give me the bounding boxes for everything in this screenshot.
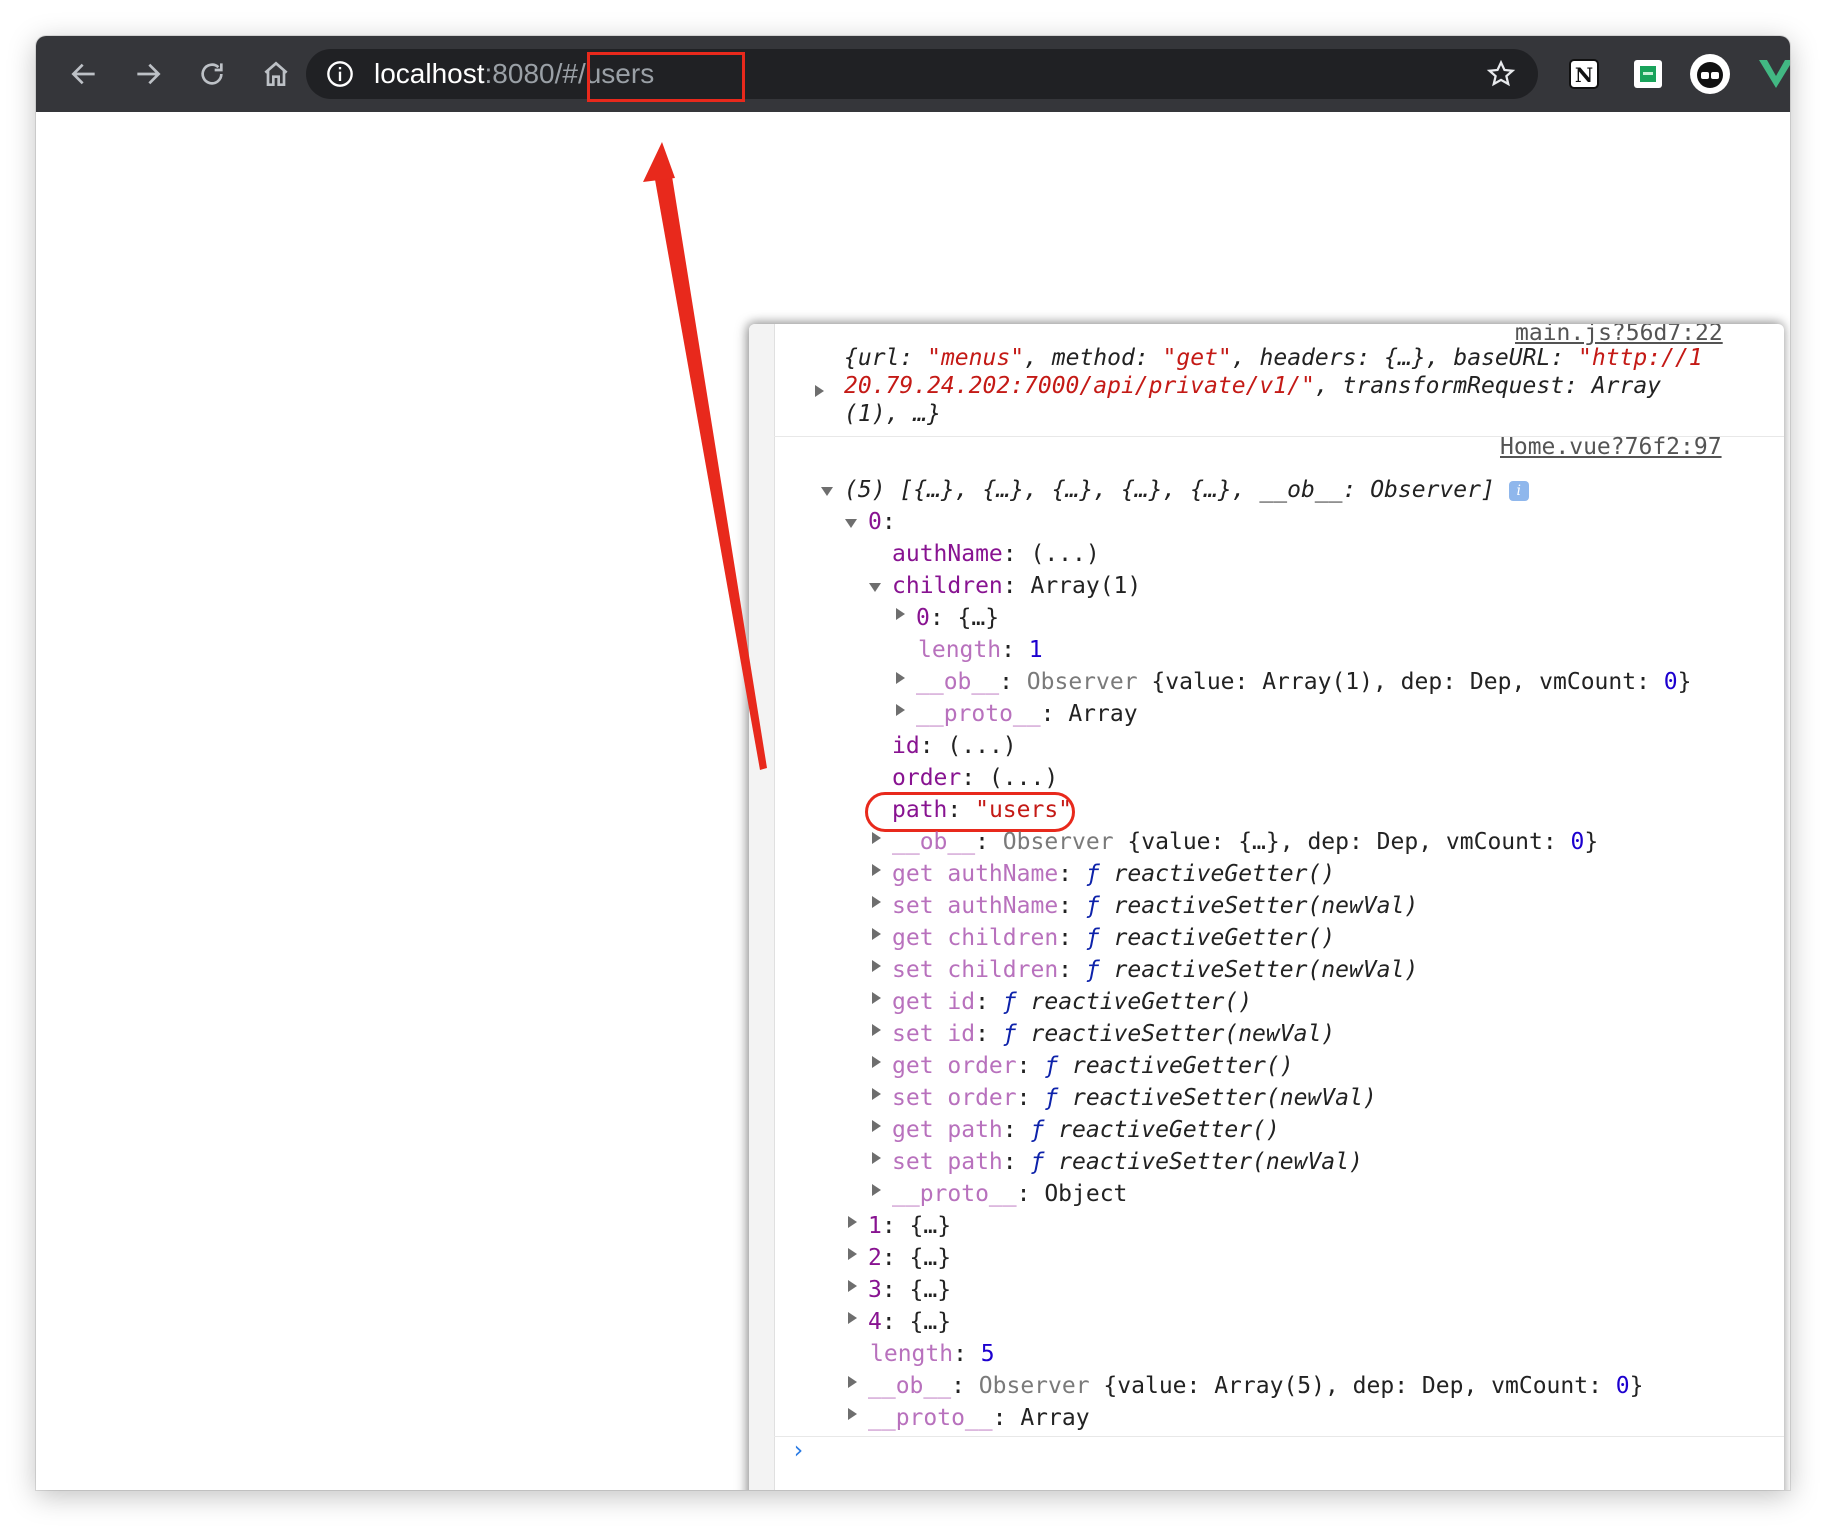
- tree-row-order[interactable]: order: (...): [892, 762, 1058, 794]
- tree-row-children-proto[interactable]: __proto__: Array: [916, 698, 1138, 730]
- collapse-arrow-icon[interactable]: [845, 519, 857, 528]
- expand-arrow-icon[interactable]: [872, 1152, 881, 1164]
- forward-button[interactable]: [126, 52, 170, 96]
- console-prompt[interactable]: ›: [791, 1436, 805, 1464]
- expand-arrow-icon[interactable]: [872, 832, 881, 844]
- reload-icon: [201, 63, 223, 85]
- tree-row-set-path[interactable]: set path: ƒ reactiveSetter(newVal): [892, 1146, 1363, 1178]
- profile-extension-icon: [1690, 54, 1730, 94]
- url-highlight-annotation: [587, 52, 745, 102]
- reload-button[interactable]: [190, 52, 234, 96]
- expand-arrow-icon[interactable]: [872, 1088, 881, 1100]
- source-link-home-vue[interactable]: Home.vue?76f2:97: [1500, 434, 1722, 460]
- tree-row-get-id[interactable]: get id: ƒ reactiveGetter(): [892, 986, 1252, 1018]
- browser-toolbar: localhost:8080/#/users N: [36, 36, 1790, 112]
- expand-arrow-icon[interactable]: [872, 928, 881, 940]
- tree-row-length: length: 5: [870, 1341, 995, 1367]
- back-button[interactable]: [62, 52, 106, 96]
- collapse-arrow-icon[interactable]: [821, 487, 833, 496]
- notion-extension-button[interactable]: N: [1562, 52, 1606, 96]
- log-line-3: (1), …}: [844, 401, 941, 427]
- svg-text:N: N: [1575, 63, 1593, 87]
- tree-row-children-ob[interactable]: __ob__: Observer {value: Array(1), dep: …: [916, 666, 1692, 698]
- expand-arrow-icon[interactable]: [872, 1056, 881, 1068]
- url-hash: #: [562, 58, 578, 89]
- tree-row-ob[interactable]: __ob__: Observer {value: {…}, dep: Dep, …: [892, 826, 1598, 858]
- tree-row-children-length: length: 1: [918, 637, 1043, 663]
- tree-row-proto-object[interactable]: __proto__: Object: [892, 1178, 1127, 1210]
- expand-arrow-icon[interactable]: [896, 672, 905, 684]
- profile-extension-button[interactable]: [1688, 52, 1732, 96]
- tree-row-0[interactable]: 0:: [868, 506, 896, 538]
- expand-arrow-icon[interactable]: [848, 1312, 857, 1324]
- back-arrow-icon: [71, 63, 95, 85]
- tree-row-array-ob[interactable]: __ob__: Observer {value: Array(5), dep: …: [868, 1370, 1644, 1402]
- expand-arrow-icon[interactable]: [872, 1184, 881, 1196]
- vue-devtools-button[interactable]: [1754, 52, 1790, 96]
- devtools-console: main.js?56d7:22 {url: "menus", method: "…: [749, 324, 1784, 1490]
- collapse-arrow-icon[interactable]: [869, 583, 881, 592]
- green-extension-icon: [1634, 60, 1662, 88]
- info-badge-icon[interactable]: i: [1508, 480, 1529, 501]
- tree-row-set-order[interactable]: set order: ƒ reactiveSetter(newVal): [892, 1082, 1377, 1114]
- url-host: localhost: [374, 58, 485, 89]
- forward-arrow-icon: [137, 63, 161, 85]
- expand-arrow-icon[interactable]: [848, 1408, 857, 1420]
- tree-row-get-children[interactable]: get children: ƒ reactiveGetter(): [892, 922, 1335, 954]
- tree-row-set-id[interactable]: set id: ƒ reactiveSetter(newVal): [892, 1018, 1335, 1050]
- tree-row-3[interactable]: 3: {…}: [868, 1274, 951, 1306]
- tree-row-4[interactable]: 4: {…}: [868, 1306, 951, 1338]
- tree-row-id[interactable]: id: (...): [892, 730, 1017, 762]
- tree-row-array-proto[interactable]: __proto__: Array: [868, 1402, 1090, 1434]
- tree-row-children-0[interactable]: 0: {…}: [916, 602, 999, 634]
- tree-row-authname[interactable]: authName: (...): [892, 538, 1100, 570]
- expand-arrow-icon[interactable]: [896, 608, 905, 620]
- expand-arrow-icon[interactable]: [848, 1280, 857, 1292]
- tree-row-1[interactable]: 1: {…}: [868, 1210, 951, 1242]
- log-line-2: 20.79.24.202:7000/api/private/v1/", tran…: [844, 373, 1662, 399]
- expand-arrow-icon[interactable]: [872, 1120, 881, 1132]
- tree-row-set-children[interactable]: set children: ƒ reactiveSetter(newVal): [892, 954, 1418, 986]
- info-icon[interactable]: [326, 60, 354, 88]
- tree-row-get-order[interactable]: get order: ƒ reactiveGetter(): [892, 1050, 1294, 1082]
- expand-arrow-icon[interactable]: [848, 1376, 857, 1388]
- url-port: :8080/: [484, 58, 563, 89]
- home-icon: [264, 61, 288, 86]
- expand-arrow-icon[interactable]: [872, 864, 881, 876]
- green-extension-button[interactable]: [1626, 52, 1670, 96]
- expand-arrow-icon[interactable]: [872, 896, 881, 908]
- tree-row-get-authname[interactable]: get authName: ƒ reactiveGetter(): [892, 858, 1335, 890]
- home-button[interactable]: [254, 52, 298, 96]
- array-summary[interactable]: (5) [{…}, {…}, {…}, {…}, {…}, __ob__: Ob…: [844, 474, 1529, 506]
- console-gutter: [749, 324, 775, 1490]
- expand-arrow-icon[interactable]: [896, 704, 905, 716]
- tree-row-get-path[interactable]: get path: ƒ reactiveGetter(): [892, 1114, 1280, 1146]
- tree-row-set-authname[interactable]: set authName: ƒ reactiveSetter(newVal): [892, 890, 1418, 922]
- tree-row-2[interactable]: 2: {…}: [868, 1242, 951, 1274]
- expand-arrow-icon[interactable]: [872, 992, 881, 1004]
- expand-arrow-icon[interactable]: [815, 385, 824, 397]
- address-bar[interactable]: localhost:8080/#/users: [306, 49, 1538, 99]
- browser-window: localhost:8080/#/users N main.js?56d7:22…: [36, 36, 1790, 1490]
- star-icon[interactable]: [1486, 59, 1516, 89]
- expand-arrow-icon[interactable]: [848, 1248, 857, 1260]
- vue-devtools-icon: [1759, 60, 1790, 88]
- notion-extension-icon: N: [1569, 59, 1599, 89]
- expand-arrow-icon[interactable]: [848, 1216, 857, 1228]
- expand-arrow-icon[interactable]: [872, 960, 881, 972]
- prompt-divider: [774, 1436, 1784, 1437]
- expand-arrow-icon[interactable]: [872, 1024, 881, 1036]
- tree-row-children[interactable]: children: Array(1): [892, 570, 1141, 602]
